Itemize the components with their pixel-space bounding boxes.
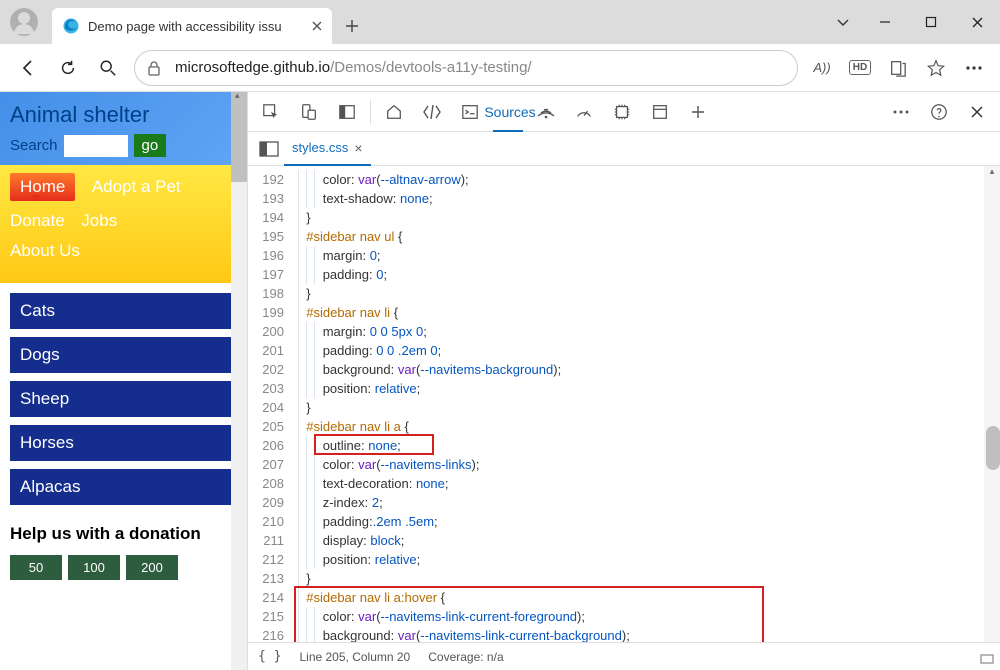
donate-50[interactable]: 50 <box>10 555 62 580</box>
inspect-icon[interactable] <box>252 92 290 132</box>
hd-icon[interactable]: HD <box>842 50 878 86</box>
devtools-more-icon[interactable] <box>882 92 920 132</box>
devtools-tabs: Sources <box>248 92 1000 132</box>
devtools-pane: Sources styles.css × 192 193 194 195 196… <box>248 92 1000 670</box>
new-tab-button[interactable] <box>336 10 368 42</box>
network-tab-icon[interactable] <box>527 92 565 132</box>
tab-title: Demo page with accessibility issu <box>88 19 302 34</box>
profile-avatar[interactable] <box>10 8 38 36</box>
code-content[interactable]: color: var(--altnav-arrow); text-shadow:… <box>292 166 1000 642</box>
welcome-tab-icon[interactable] <box>375 92 413 132</box>
file-tabs-row: styles.css × <box>248 132 1000 166</box>
devtools-help-icon[interactable] <box>920 92 958 132</box>
devtools-statusbar: { } Line 205, Column 20 Coverage: n/a <box>248 642 1000 670</box>
address-bar[interactable]: microsoftedge.github.io/Demos/devtools-a… <box>134 50 798 86</box>
code-editor[interactable]: 192 193 194 195 196 197 198 199 200 201 … <box>248 166 1000 642</box>
url-text: microsoftedge.github.io/Demos/devtools-a… <box>175 59 532 76</box>
nav-about[interactable]: About Us <box>10 241 80 261</box>
device-toggle-icon[interactable] <box>290 92 328 132</box>
go-button[interactable]: go <box>134 134 167 157</box>
favorite-icon[interactable] <box>918 50 954 86</box>
refresh-button[interactable] <box>48 48 88 88</box>
application-tab-icon[interactable] <box>641 92 679 132</box>
dock-icon[interactable] <box>328 92 366 132</box>
nav-home[interactable]: Home <box>10 173 75 201</box>
address-bar-row: microsoftedge.github.io/Demos/devtools-a… <box>0 44 1000 92</box>
nav-adopt[interactable]: Adopt a Pet <box>92 177 181 197</box>
resize-grip-icon[interactable] <box>978 652 996 666</box>
coverage-status: Coverage: n/a <box>428 650 503 664</box>
animal-list: Cats Dogs Sheep Horses Alpacas <box>0 283 247 505</box>
donation-buttons: 50 100 200 <box>0 549 247 586</box>
elements-tab-icon[interactable] <box>413 92 451 132</box>
edge-favicon-icon <box>62 17 80 35</box>
donation-heading: Help us with a donation <box>0 513 247 549</box>
memory-tab-icon[interactable] <box>603 92 641 132</box>
format-icon[interactable]: { } <box>258 649 281 664</box>
file-close-icon[interactable]: × <box>354 140 362 156</box>
line-gutter: 192 193 194 195 196 197 198 199 200 201 … <box>248 166 292 642</box>
back-button[interactable] <box>8 48 48 88</box>
window-close-button[interactable] <box>954 0 1000 44</box>
search-button[interactable] <box>88 48 128 88</box>
nav-donate[interactable]: Donate <box>10 211 65 231</box>
window-titlebar: Demo page with accessibility issu <box>0 0 1000 44</box>
nav-jobs[interactable]: Jobs <box>81 211 117 231</box>
window-minimize-button[interactable] <box>862 0 908 44</box>
performance-tab-icon[interactable] <box>565 92 603 132</box>
list-item[interactable]: Sheep <box>10 381 237 417</box>
tab-close-icon[interactable] <box>310 19 324 33</box>
collections-icon[interactable] <box>880 50 916 86</box>
tab-actions-icon[interactable] <box>836 15 850 29</box>
window-maximize-button[interactable] <box>908 0 954 44</box>
site-header: Animal shelter Search go <box>0 92 247 165</box>
page-scrollbar[interactable] <box>231 92 247 670</box>
devtools-close-icon[interactable] <box>958 92 996 132</box>
navigator-toggle-icon[interactable] <box>254 141 284 157</box>
site-nav: Home Adopt a Pet Donate Jobs About Us <box>0 165 247 283</box>
list-item[interactable]: Horses <box>10 425 237 461</box>
more-icon[interactable] <box>956 50 992 86</box>
add-tab-icon[interactable] <box>679 92 717 132</box>
page-content-pane: Animal shelter Search go Home Adopt a Pe… <box>0 92 248 670</box>
site-title: Animal shelter <box>10 102 237 128</box>
file-tab-styles[interactable]: styles.css × <box>284 132 371 166</box>
search-input[interactable] <box>64 135 128 157</box>
code-scrollbar[interactable]: ▴ <box>984 166 1000 642</box>
donate-100[interactable]: 100 <box>68 555 120 580</box>
donate-200[interactable]: 200 <box>126 555 178 580</box>
search-label: Search <box>10 137 58 154</box>
browser-tab[interactable]: Demo page with accessibility issu <box>52 8 332 44</box>
console-tab-icon[interactable] <box>451 92 489 132</box>
sources-tab[interactable]: Sources <box>489 92 527 132</box>
list-item[interactable]: Dogs <box>10 337 237 373</box>
list-item[interactable]: Alpacas <box>10 469 237 505</box>
list-item[interactable]: Cats <box>10 293 237 329</box>
read-aloud-icon[interactable]: A)) <box>804 50 840 86</box>
lock-icon <box>147 60 165 76</box>
cursor-position: Line 205, Column 20 <box>299 650 410 664</box>
